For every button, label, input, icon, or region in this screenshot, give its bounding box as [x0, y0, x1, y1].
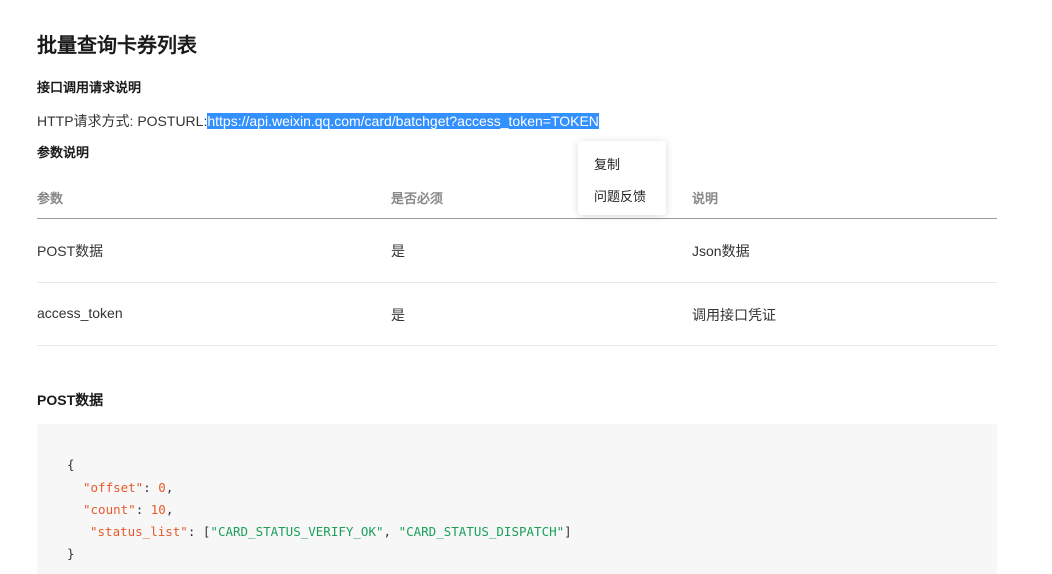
- menu-item-feedback[interactable]: 问题反馈: [594, 186, 646, 205]
- table-cell-param: POST数据: [37, 243, 104, 259]
- code-key-count: "count": [83, 502, 136, 517]
- code-value-status-2: "CARD_STATUS_DISPATCH": [398, 524, 565, 539]
- page-title: 批量查询卡券列表: [37, 35, 197, 57]
- column-header-required: 是否必须: [391, 191, 444, 206]
- http-method-label: HTTP请求方式: POSTURL:: [37, 113, 208, 129]
- code-close-brace: }: [67, 546, 75, 561]
- column-header-param: 参数: [37, 191, 64, 206]
- api-request-heading: 接口调用请求说明: [37, 80, 142, 95]
- code-key-offset: "offset": [83, 480, 144, 495]
- table-cell-required: 是: [391, 307, 405, 323]
- code-value-offset: 0: [158, 480, 166, 495]
- api-url-selected[interactable]: https://api.weixin.qq.com/card/batchget?…: [207, 113, 599, 129]
- http-request-line: HTTP请求方式: POSTURL:https://api.weixin.qq.…: [37, 111, 599, 131]
- code-line-status-list: "status_list": ["CARD_STATUS_VERIFY_OK",…: [90, 524, 572, 539]
- code-key-status-list: "status_list": [90, 524, 188, 539]
- context-menu: 复制 问题反馈: [578, 141, 666, 215]
- table-row-divider: [37, 282, 997, 283]
- code-value-count: 10: [150, 502, 166, 517]
- code-block: { "offset": 0, "count": 10, "status_list…: [37, 424, 997, 574]
- table-cell-description: Json数据: [692, 243, 750, 259]
- code-line-close: }: [67, 546, 75, 561]
- table-cell-description: 调用接口凭证: [692, 307, 776, 323]
- doc-page: 批量查询卡券列表 接口调用请求说明 HTTP请求方式: POSTURL:http…: [0, 0, 1052, 574]
- table-cell-param: access_token: [37, 305, 123, 321]
- table-header-divider: [37, 218, 997, 219]
- table-row-divider: [37, 345, 997, 346]
- code-line-open: {: [67, 457, 75, 472]
- menu-item-copy[interactable]: 复制: [594, 154, 620, 173]
- code-value-status-1: "CARD_STATUS_VERIFY_OK": [210, 524, 384, 539]
- code-open-brace: {: [67, 457, 75, 472]
- params-heading: 参数说明: [37, 145, 90, 160]
- code-line-offset: "offset": 0,: [83, 480, 174, 495]
- post-data-heading: POST数据: [37, 392, 104, 408]
- code-line-count: "count": 10,: [83, 502, 174, 517]
- table-cell-required: 是: [391, 243, 405, 259]
- column-header-description: 说明: [692, 191, 719, 206]
